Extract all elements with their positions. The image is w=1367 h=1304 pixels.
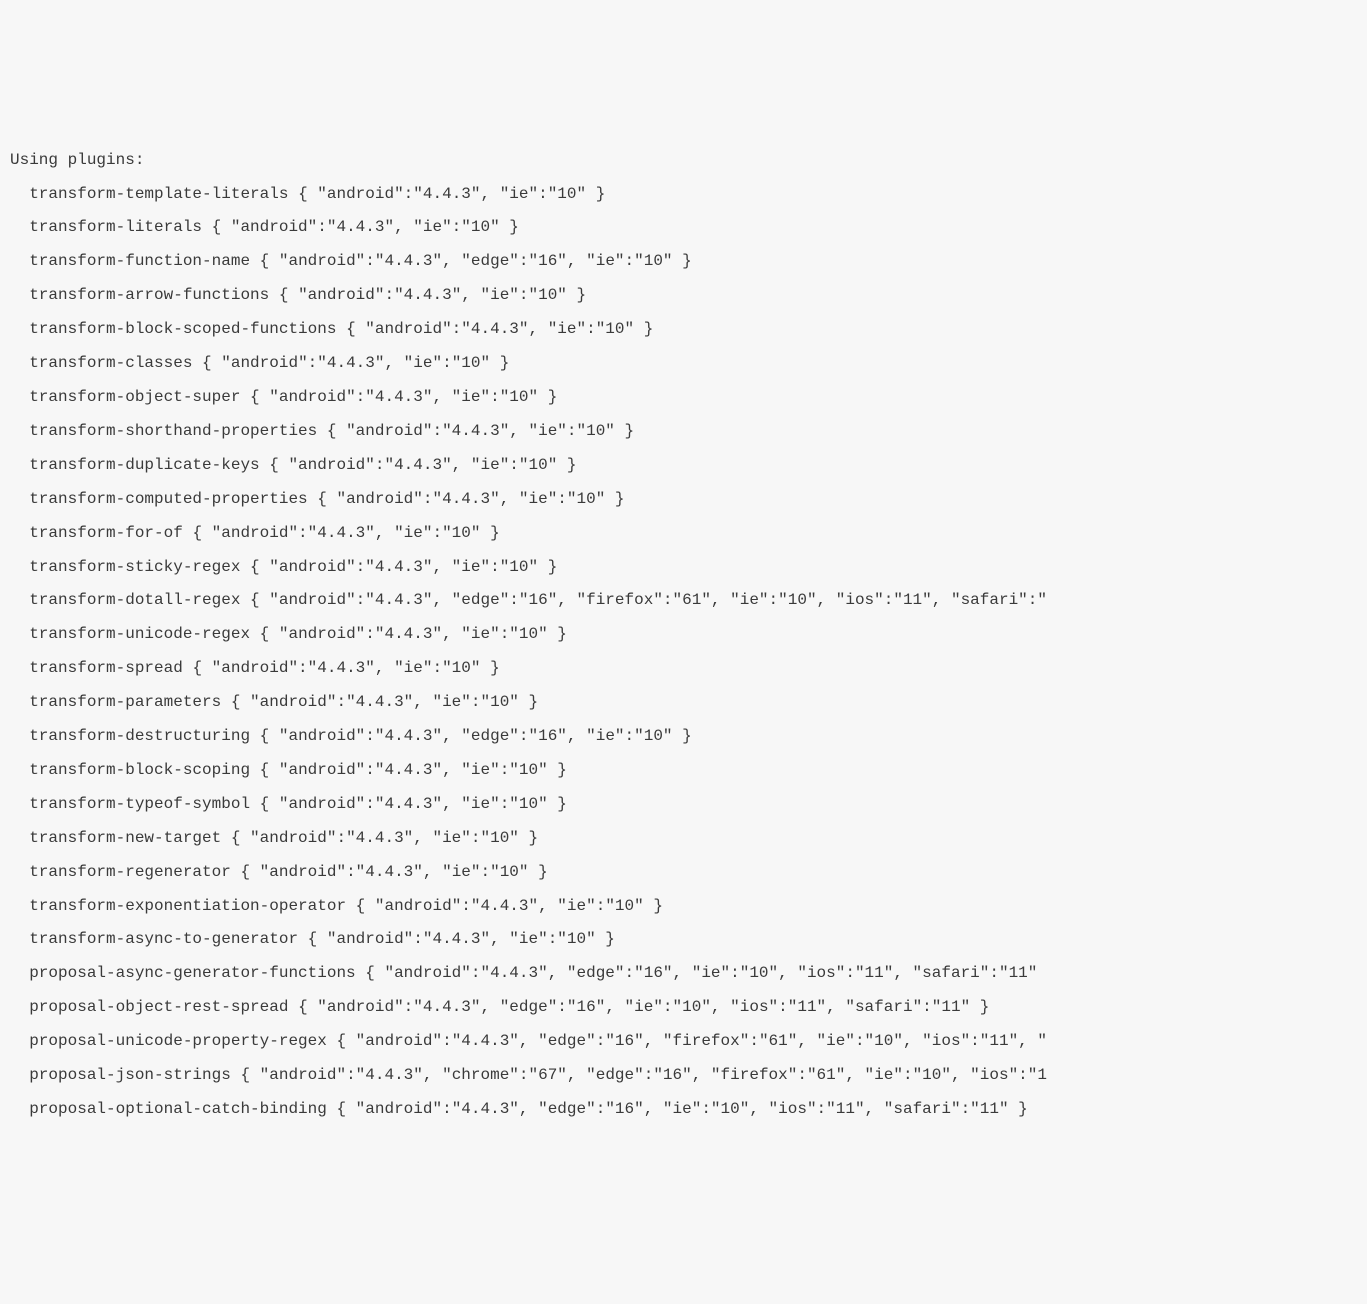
plugin-name: transform-exponentiation-operator [29,897,346,915]
plugin-targets: { "android":"4.4.3", "edge":"16", "firef… [336,1032,1047,1050]
plugin-line: transform-block-scoped-functions { "andr… [10,313,1357,347]
plugin-line: proposal-optional-catch-binding { "andro… [10,1093,1357,1127]
plugin-name: transform-typeof-symbol [29,795,250,813]
plugin-targets: { "android":"4.4.3", "edge":"16", "ie":"… [260,252,692,270]
plugin-targets: { "android":"4.4.3", "ie":"10" } [231,829,538,847]
plugin-name: transform-computed-properties [29,490,307,508]
plugin-targets: { "android":"4.4.3", "ie":"10" } [192,524,499,542]
plugin-targets: { "android":"4.4.3", "ie":"10" } [298,185,605,203]
plugin-line: transform-dotall-regex { "android":"4.4.… [10,584,1357,618]
plugin-name: transform-duplicate-keys [29,456,259,474]
plugin-targets: { "android":"4.4.3", "chrome":"67", "edg… [240,1066,1047,1084]
plugin-targets: { "android":"4.4.3", "ie":"10" } [260,761,567,779]
plugin-name: transform-new-target [29,829,221,847]
plugin-name: proposal-json-strings [29,1066,231,1084]
plugin-targets: { "android":"4.4.3", "ie":"10" } [250,558,557,576]
plugin-line: transform-typeof-symbol { "android":"4.4… [10,788,1357,822]
plugin-name: transform-sticky-regex [29,558,240,576]
plugin-targets: { "android":"4.4.3", "ie":"10" } [212,218,519,236]
plugin-name: transform-parameters [29,693,221,711]
plugin-targets: { "android":"4.4.3", "edge":"16", "ie":"… [298,998,989,1016]
plugin-line: transform-object-super { "android":"4.4.… [10,381,1357,415]
plugin-name: transform-for-of [29,524,183,542]
plugin-name: transform-spread [29,659,183,677]
plugin-targets: { "android":"4.4.3", "edge":"16", "ie":"… [336,1100,1027,1118]
plugin-name: transform-block-scoping [29,761,250,779]
plugin-name: transform-block-scoped-functions [29,320,336,338]
plugin-line: transform-regenerator { "android":"4.4.3… [10,856,1357,890]
plugin-line: transform-block-scoping { "android":"4.4… [10,754,1357,788]
plugin-name: transform-arrow-functions [29,286,269,304]
plugin-targets: { "android":"4.4.3", "ie":"10" } [260,625,567,643]
plugin-line: transform-new-target { "android":"4.4.3"… [10,822,1357,856]
plugin-line: transform-duplicate-keys { "android":"4.… [10,449,1357,483]
plugin-name: transform-literals [29,218,202,236]
plugin-name: proposal-object-rest-spread [29,998,288,1016]
plugin-targets: { "android":"4.4.3", "edge":"16", "firef… [250,591,1047,609]
plugin-line: transform-for-of { "android":"4.4.3", "i… [10,517,1357,551]
plugin-line: transform-async-to-generator { "android"… [10,923,1357,957]
plugin-targets: { "android":"4.4.3", "ie":"10" } [327,422,634,440]
plugin-targets: { "android":"4.4.3", "edge":"16", "ie":"… [260,727,692,745]
plugin-name: transform-template-literals [29,185,288,203]
plugin-targets: { "android":"4.4.3", "ie":"10" } [317,490,624,508]
plugin-line: proposal-async-generator-functions { "an… [10,957,1357,991]
plugin-targets: { "android":"4.4.3", "ie":"10" } [250,388,557,406]
plugin-name: proposal-optional-catch-binding [29,1100,327,1118]
plugin-targets: { "android":"4.4.3", "ie":"10" } [356,897,663,915]
plugin-name: transform-destructuring [29,727,250,745]
plugin-targets: { "android":"4.4.3", "ie":"10" } [231,693,538,711]
plugin-name: transform-dotall-regex [29,591,240,609]
plugin-line: transform-computed-properties { "android… [10,483,1357,517]
plugin-targets: { "android":"4.4.3", "ie":"10" } [202,354,509,372]
plugin-targets: { "android":"4.4.3", "ie":"10" } [240,863,547,881]
plugin-line: transform-destructuring { "android":"4.4… [10,720,1357,754]
plugin-name: transform-classes [29,354,192,372]
plugin-line: transform-sticky-regex { "android":"4.4.… [10,551,1357,585]
plugin-name: proposal-async-generator-functions [29,964,355,982]
plugin-line: transform-unicode-regex { "android":"4.4… [10,618,1357,652]
plugin-name: transform-object-super [29,388,240,406]
plugin-line: transform-exponentiation-operator { "and… [10,890,1357,924]
plugin-line: transform-shorthand-properties { "androi… [10,415,1357,449]
plugin-line: transform-arrow-functions { "android":"4… [10,279,1357,313]
plugin-line: transform-literals { "android":"4.4.3", … [10,211,1357,245]
plugin-line: transform-function-name { "android":"4.4… [10,245,1357,279]
plugin-line: proposal-json-strings { "android":"4.4.3… [10,1059,1357,1093]
plugin-line: proposal-object-rest-spread { "android":… [10,991,1357,1025]
plugin-line: transform-parameters { "android":"4.4.3"… [10,686,1357,720]
plugin-targets: { "android":"4.4.3", "ie":"10" } [269,456,576,474]
plugin-name: transform-function-name [29,252,250,270]
output-header: Using plugins: [10,144,1357,178]
plugin-name: proposal-unicode-property-regex [29,1032,327,1050]
plugin-targets: { "android":"4.4.3", "ie":"10" } [308,930,615,948]
plugin-name: transform-shorthand-properties [29,422,317,440]
plugin-targets: { "android":"4.4.3", "ie":"10" } [346,320,653,338]
plugin-name: transform-unicode-regex [29,625,250,643]
plugin-line: transform-classes { "android":"4.4.3", "… [10,347,1357,381]
plugin-line: transform-template-literals { "android":… [10,178,1357,212]
plugin-name: transform-regenerator [29,863,231,881]
code-output: Using plugins:transform-template-literal… [10,144,1357,1127]
plugin-line: proposal-unicode-property-regex { "andro… [10,1025,1357,1059]
plugin-targets: { "android":"4.4.3", "ie":"10" } [279,286,586,304]
plugin-targets: { "android":"4.4.3", "edge":"16", "ie":"… [365,964,1037,982]
plugin-targets: { "android":"4.4.3", "ie":"10" } [192,659,499,677]
plugin-targets: { "android":"4.4.3", "ie":"10" } [260,795,567,813]
plugin-line: transform-spread { "android":"4.4.3", "i… [10,652,1357,686]
plugin-name: transform-async-to-generator [29,930,298,948]
